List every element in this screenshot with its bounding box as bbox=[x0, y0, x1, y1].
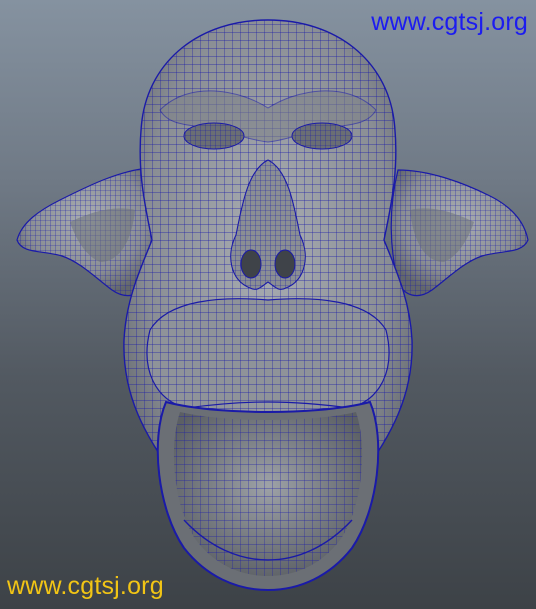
watermark-top-right: www.cgtsj.org bbox=[371, 8, 528, 36]
monkey-head-model bbox=[16, 19, 529, 592]
open-mouth bbox=[156, 400, 380, 592]
watermark-bottom-left: www.cgtsj.org bbox=[7, 572, 164, 600]
right-ear bbox=[390, 169, 529, 297]
3d-viewport[interactable]: www.cgtsj.org www.cgtsj.org bbox=[0, 0, 536, 609]
left-ear bbox=[16, 167, 158, 297]
